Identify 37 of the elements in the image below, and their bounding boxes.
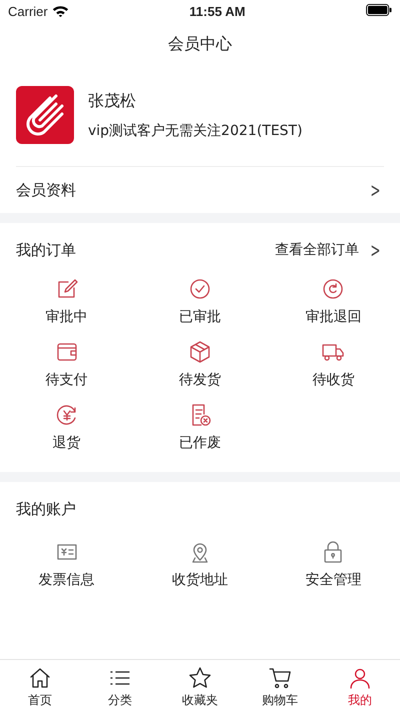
user-name: 张茂松 (88, 90, 137, 112)
check-circle-icon (188, 277, 212, 301)
order-status-item[interactable]: 审批退回 (266, 277, 400, 326)
page-title: 会员中心 (168, 34, 232, 54)
order-status-item[interactable]: 退货 (0, 403, 134, 452)
order-status-item[interactable]: 已审批 (133, 277, 267, 326)
home-icon (28, 666, 52, 690)
chevron: > (370, 178, 381, 202)
member-info-row[interactable]: 会员资料 > (16, 166, 384, 213)
member-info-label: 会员资料 (16, 180, 76, 200)
order-status-item[interactable]: 已作废 (133, 403, 267, 452)
account-item[interactable]: 收货地址 (133, 540, 267, 589)
clock-time: 11:55 AM (189, 4, 246, 18)
tab[interactable]: 首页 (0, 660, 80, 715)
box-icon (188, 340, 212, 364)
user-description: vip测试客户无需关注2021(TEST) (88, 122, 302, 140)
order-status-item[interactable]: 待收货 (266, 340, 400, 389)
paperclip-logo-icon (16, 86, 74, 144)
battery-icon (366, 4, 392, 16)
person-icon (348, 666, 372, 690)
tab[interactable]: 购物车 (240, 660, 320, 715)
order-status-item[interactable]: 审批中 (0, 277, 134, 326)
star-icon (188, 666, 212, 690)
carrier-label: Carrier (8, 4, 48, 18)
cart-icon (268, 666, 292, 690)
account-item[interactable]: 发票信息 (0, 540, 134, 589)
tab[interactable]: 我的 (320, 660, 400, 715)
section-title: 我的账户 (16, 500, 76, 518)
order-status-item[interactable]: 待支付 (0, 340, 134, 389)
view-all-orders-link[interactable]: 查看全部订单 > (275, 238, 384, 262)
order-status-item[interactable]: 待发货 (133, 340, 267, 389)
wifi-icon (52, 5, 69, 17)
return-circle-icon (321, 277, 346, 301)
tab[interactable]: 分类 (80, 660, 160, 715)
account-item[interactable]: 安全管理 (266, 540, 400, 589)
tab[interactable]: 收藏夹 (160, 660, 240, 715)
section-title: 我的订单 (16, 240, 76, 260)
